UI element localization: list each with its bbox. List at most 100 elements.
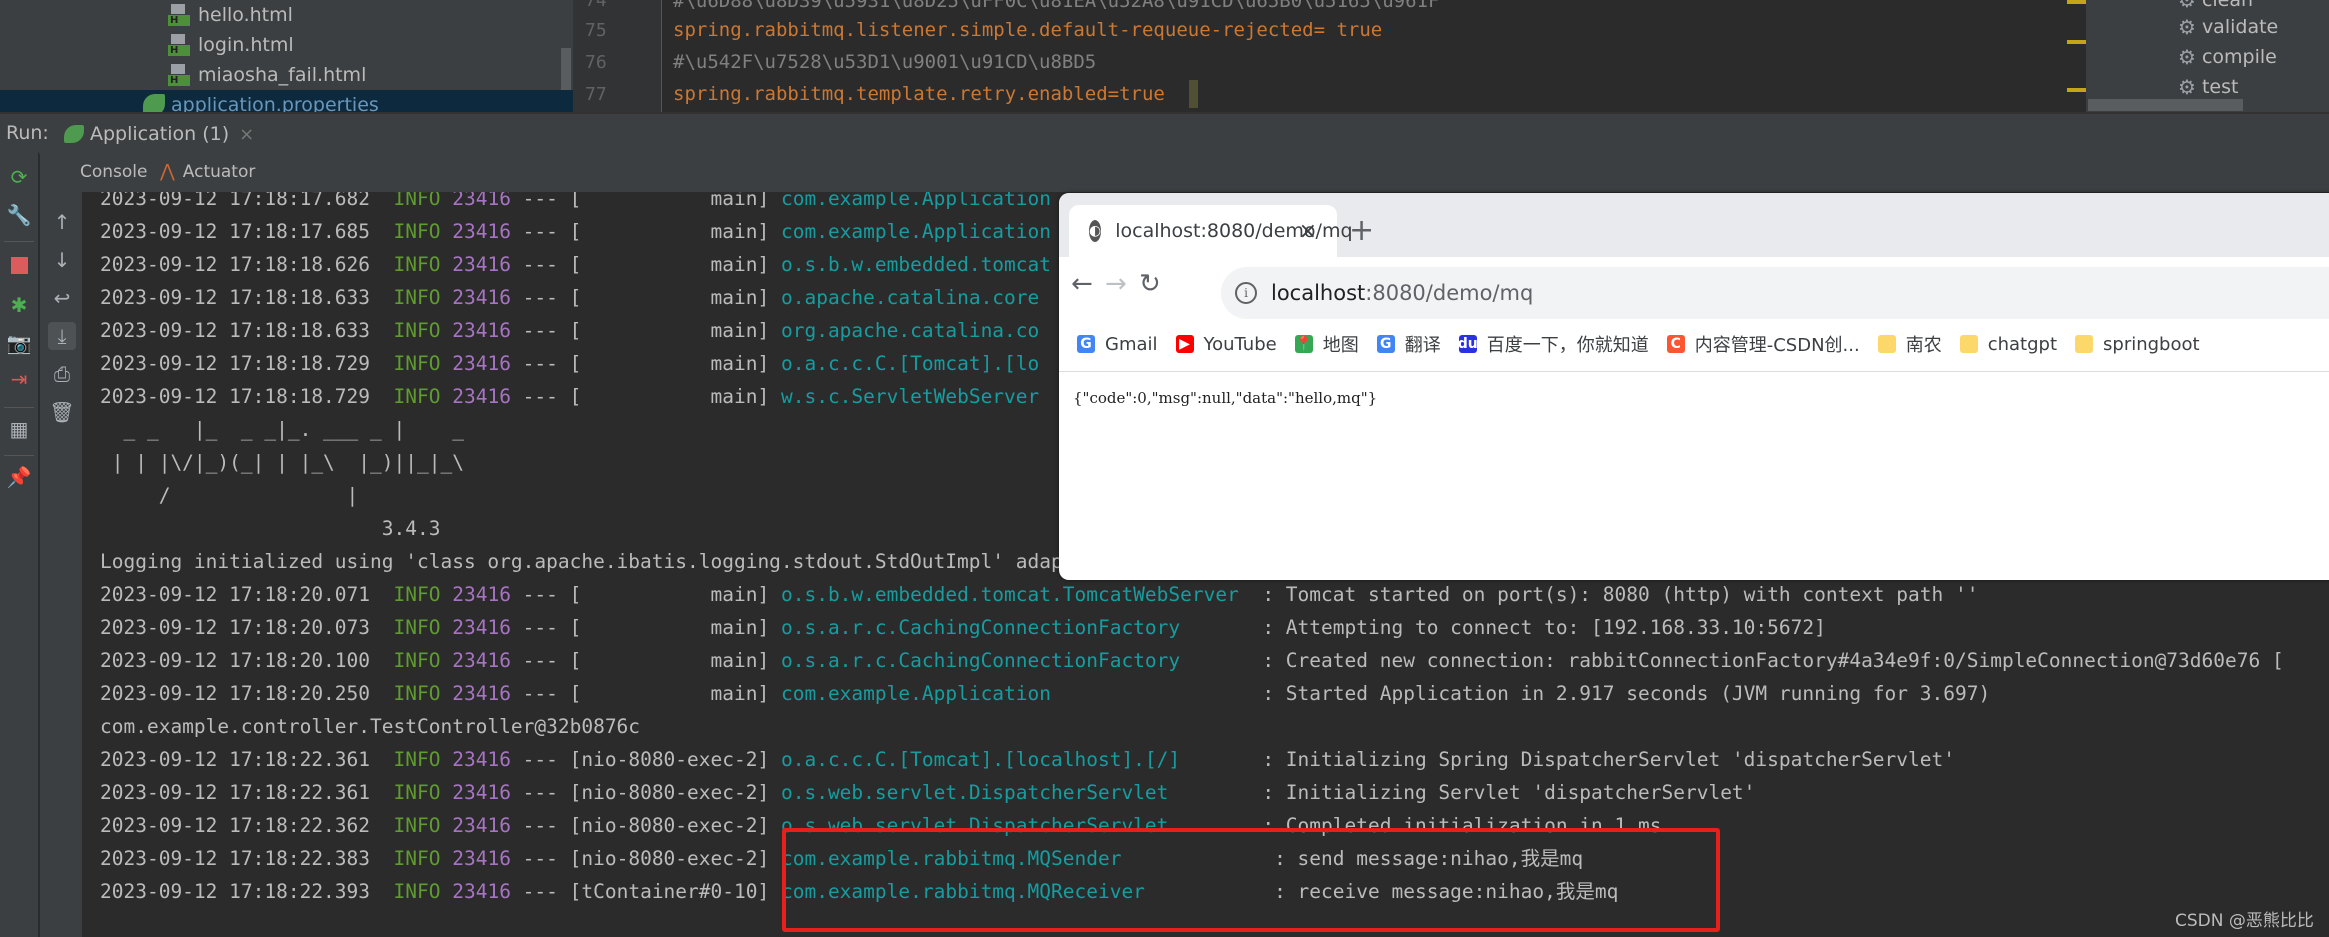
tree-item-hello-html[interactable]: H hello.html: [168, 0, 293, 30]
console-line: | | |\/|_)(_| | |_\ |_)||_|_\: [100, 448, 464, 478]
debug-bug-icon[interactable]: ✱: [6, 292, 32, 318]
maven-goal-clean[interactable]: ⚙ clean: [2178, 0, 2253, 12]
line-number: 75: [585, 20, 607, 41]
log-level: INFO: [393, 880, 441, 903]
log-level: INFO: [393, 748, 441, 771]
bookmark-item[interactable]: 南农: [1877, 331, 1942, 357]
bookmark-item[interactable]: 📍 地图: [1294, 331, 1359, 357]
text-caret: [1189, 80, 1198, 108]
bookmark-label: springboot: [2103, 333, 2200, 355]
browser-tab[interactable]: ◐ localhost:8080/demo/mq ×: [1069, 205, 1353, 257]
exit-icon[interactable]: ⇥: [6, 366, 32, 392]
log-pid: 23416: [452, 649, 511, 672]
code-line: #\u6D88\u8D39\u5931\u8D25\uFF0C\u81EA\u5…: [673, 0, 1440, 12]
watermark: CSDN @恶熊比比: [2175, 911, 2314, 931]
bookmark-item[interactable]: chatgpt: [1959, 333, 2058, 355]
close-icon[interactable]: ×: [239, 124, 254, 145]
maven-goal-test[interactable]: ⚙ test: [2178, 75, 2238, 99]
log-timestamp: 2023-09-12 17:18:22.383: [100, 847, 371, 870]
log-message: : Attempting to connect to: [192.168.33.…: [1262, 616, 1826, 639]
console-line: 2023-09-12 17:18:18.729 INFO 23416 --- […: [100, 382, 1039, 412]
info-icon[interactable]: i: [1235, 282, 1257, 304]
log-logger: o.a.c.c.C.[Tomcat].[localhost].[/]: [780, 748, 1263, 771]
close-tab-icon[interactable]: ×: [1299, 219, 1317, 244]
log-level: INFO: [393, 781, 441, 804]
log-pid: 23416: [452, 352, 511, 375]
log-logger: o.s.a.r.c.CachingConnectionFactory: [780, 649, 1263, 672]
scroll-to-end-icon[interactable]: ⤓: [48, 322, 76, 350]
log-timestamp: 2023-09-12 17:18:20.250: [100, 682, 371, 705]
tab-actuator[interactable]: ⋀ Actuator: [160, 152, 255, 192]
address-bar[interactable]: i localhost:8080/demo/mq: [1221, 267, 2329, 319]
log-message: : Initializing Spring DispatcherServlet …: [1262, 748, 1955, 771]
tree-item-miaosha-fail-html[interactable]: H miaosha_fail.html: [168, 60, 366, 90]
log-level: INFO: [393, 286, 441, 309]
print-icon[interactable]: ⎙: [48, 360, 76, 388]
arrow-down-icon[interactable]: ↓: [48, 246, 76, 274]
stop-icon[interactable]: [6, 252, 32, 278]
back-icon[interactable]: ←: [1071, 269, 1093, 299]
tab-console[interactable]: Console: [60, 152, 168, 195]
maven-goal-validate[interactable]: ⚙ validate: [2178, 15, 2278, 39]
forward-icon[interactable]: →: [1105, 269, 1127, 299]
log-timestamp: 2023-09-12 17:18:17.685: [100, 220, 371, 243]
log-level: INFO: [393, 192, 441, 210]
bookmark-favicon-icon: du: [1457, 335, 1478, 353]
log-separator: ---: [510, 286, 570, 309]
rerun-icon[interactable]: ⟳: [6, 164, 32, 190]
bookmark-favicon-icon: G: [1077, 335, 1095, 353]
wrench-icon[interactable]: 🔧: [6, 202, 32, 228]
console-line: / |: [100, 481, 359, 511]
console-text: / |: [100, 484, 359, 507]
code-line: #\u542F\u7528\u53D1\u9001\u91CD\u8BD5: [673, 51, 1097, 73]
log-timestamp: 2023-09-12 17:18:22.361: [100, 748, 371, 771]
arrow-up-icon[interactable]: ↑: [48, 208, 76, 236]
folder-icon: [1877, 335, 1896, 353]
bookmark-label: chatgpt: [1987, 333, 2058, 355]
log-timestamp: 2023-09-12 17:18:17.682: [100, 192, 371, 210]
console-line: 2023-09-12 17:18:18.633 INFO 23416 --- […: [100, 316, 1039, 346]
log-thread: [ main]: [569, 192, 770, 210]
log-separator: ---: [510, 616, 570, 639]
gear-icon: ⚙: [2178, 45, 2196, 69]
bookmark-item[interactable]: du 百度一下，你就知道: [1457, 331, 1649, 357]
tree-scrollbar[interactable]: [561, 48, 571, 90]
bookmark-item[interactable]: C 内容管理-CSDN创...: [1666, 331, 1860, 357]
log-separator: ---: [510, 385, 570, 408]
console-text: _ _ |_ _ _|_. ___ _ | _: [100, 418, 464, 441]
console-text: com.example.controller.TestController@32…: [100, 715, 641, 738]
toolbar-divider: [4, 455, 34, 456]
console-text: 3.4.3: [100, 517, 441, 540]
bookmark-item[interactable]: ▶ YouTube: [1175, 334, 1277, 355]
bookmark-item[interactable]: G Gmail: [1077, 334, 1158, 355]
run-tab-application[interactable]: Application (1) ×: [56, 114, 263, 157]
camera-icon[interactable]: 📷: [6, 330, 32, 356]
tree-item-application-properties[interactable]: application.properties: [0, 90, 573, 112]
trash-icon[interactable]: 🗑: [48, 398, 76, 426]
spring-properties-icon: [143, 94, 165, 112]
layout-icon[interactable]: ▦: [6, 416, 32, 442]
reload-icon[interactable]: ↻: [1139, 269, 1161, 299]
log-pid: 23416: [452, 682, 511, 705]
log-level: INFO: [393, 253, 441, 276]
maven-scrollbar[interactable]: [2088, 99, 2243, 111]
log-separator: ---: [510, 781, 570, 804]
soft-wrap-icon[interactable]: ↩: [48, 284, 76, 312]
console-line: 2023-09-12 17:18:20.073 INFO 23416 --- […: [100, 613, 1826, 643]
log-level: INFO: [393, 682, 441, 705]
log-pid: 23416: [452, 880, 511, 903]
console-line: 2023-09-12 17:18:22.361 INFO 23416 --- […: [100, 778, 1755, 808]
bookmark-item[interactable]: springboot: [2075, 334, 2200, 355]
bookmark-favicon-icon: 📍: [1294, 335, 1313, 353]
code-editor[interactable]: 74 75 76 77 #\u6D88\u8D39\u5931\u8D25\uF…: [573, 0, 2086, 112]
tree-item-login-html[interactable]: H login.html: [168, 30, 294, 60]
html-file-icon: H: [168, 4, 190, 26]
log-thread: [nio-8080-exec-2]: [569, 847, 770, 870]
bookmark-item[interactable]: G 翻译: [1376, 331, 1441, 357]
pin-icon[interactable]: 📌: [6, 464, 32, 490]
new-tab-button[interactable]: +: [1349, 213, 1374, 248]
log-timestamp: 2023-09-12 17:18:22.393: [100, 880, 371, 903]
maven-goal-compile[interactable]: ⚙ compile: [2178, 45, 2277, 69]
log-separator: ---: [510, 583, 570, 606]
gear-icon: ⚙: [2178, 0, 2196, 12]
